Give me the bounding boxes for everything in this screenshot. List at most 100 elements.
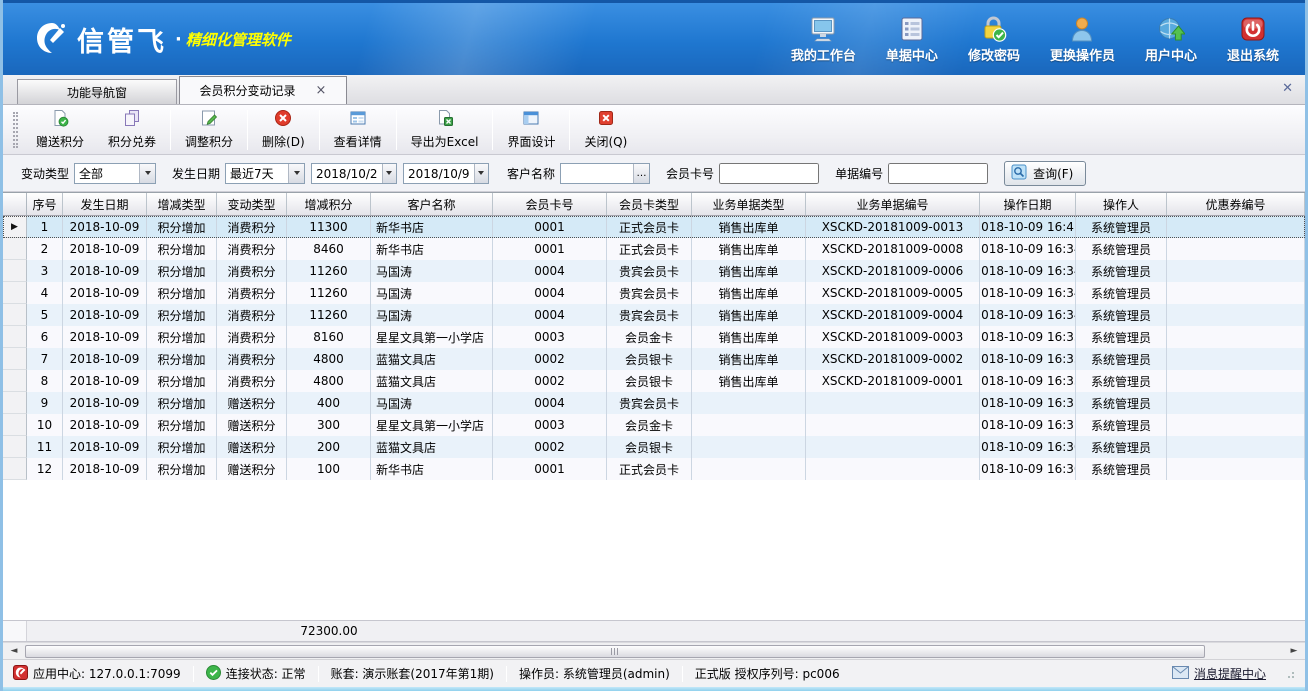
change-type-select[interactable]: 全部 — [74, 163, 156, 184]
date-from-picker[interactable]: 2018/10/2 — [311, 163, 397, 184]
scroll-left-icon[interactable]: ◄ — [6, 645, 22, 658]
row-selector-cell[interactable] — [3, 348, 27, 370]
message-center-link[interactable]: 消息提醒中心 — [1172, 665, 1295, 682]
row-selector-cell[interactable] — [3, 392, 27, 414]
grid-cell: 11 — [27, 436, 63, 458]
adjust-points-button[interactable]: 调整积分 — [173, 106, 245, 153]
grid-cell: 马国涛 — [371, 282, 493, 304]
nav-change-password[interactable]: 修改密码 — [968, 15, 1020, 64]
column-header-12[interactable]: 操作人 — [1076, 193, 1167, 215]
table-row[interactable]: 102018-10-09积分增加赠送积分300星星文具第一小学店0003会员金卡… — [3, 414, 1305, 436]
row-selector-cell[interactable] — [3, 238, 27, 260]
grid-cell: 2018-10-09 16:33 — [980, 370, 1076, 392]
table-row[interactable]: 42018-10-09积分增加消费积分11260马国涛0004贵宾会员卡销售出库… — [3, 282, 1305, 304]
column-header-8[interactable]: 会员卡类型 — [607, 193, 692, 215]
doc-no-input[interactable] — [888, 163, 988, 184]
date-to-picker[interactable]: 2018/10/9 — [403, 163, 489, 184]
app-logo-small-icon — [13, 665, 28, 683]
grid-corner-cell[interactable] — [3, 193, 27, 215]
tab-function-nav[interactable]: 功能导航窗 — [17, 79, 177, 104]
column-header-10[interactable]: 业务单据编号 — [806, 193, 980, 215]
nav-my-workbench[interactable]: 我的工作台 — [791, 15, 856, 64]
row-selector-cell[interactable] — [3, 326, 27, 348]
ui-design-button[interactable]: 界面设计 — [495, 106, 567, 153]
grid-cell: 0004 — [493, 304, 607, 326]
export-excel-button[interactable]: 导出为Excel — [399, 106, 491, 153]
chevron-down-icon[interactable] — [474, 164, 488, 183]
column-header-7[interactable]: 会员卡号 — [493, 193, 607, 215]
date-from-value: 2018/10/2 — [312, 164, 382, 183]
column-header-6[interactable]: 客户名称 — [371, 193, 493, 215]
resize-grip[interactable] — [1285, 669, 1295, 679]
row-selector-arrow-icon[interactable]: ▶ — [3, 216, 27, 238]
table-row[interactable]: 62018-10-09积分增加消费积分8160星星文具第一小学店0003会员金卡… — [3, 326, 1305, 348]
row-selector-cell[interactable] — [3, 304, 27, 326]
app-header: 信管飞 · 精细化管理软件 我的工作台 — [3, 3, 1305, 75]
connection-text: 连接状态: 正常 — [226, 665, 306, 682]
tabstrip-close-icon[interactable]: ✕ — [1282, 81, 1293, 96]
horizontal-scrollbar[interactable]: ◄ ► — [3, 642, 1305, 659]
chevron-down-icon[interactable] — [288, 164, 304, 183]
connection-ok-icon — [206, 665, 221, 683]
grid-cell: 9 — [27, 392, 63, 414]
table-row[interactable]: 112018-10-09积分增加赠送积分200蓝猫文具店0002会员银卡2018… — [3, 436, 1305, 458]
date-range-select[interactable]: 最近7天 — [225, 163, 305, 184]
grid-cell: 系统管理员 — [1076, 436, 1167, 458]
chevron-down-icon[interactable] — [139, 164, 155, 183]
grid-cell: 10 — [27, 414, 63, 436]
table-row[interactable]: 82018-10-09积分增加消费积分4800蓝猫文具店0002会员银卡销售出库… — [3, 370, 1305, 392]
table-row[interactable]: 72018-10-09积分增加消费积分4800蓝猫文具店0002会员银卡销售出库… — [3, 348, 1305, 370]
table-row[interactable]: 52018-10-09积分增加消费积分11260马国涛0004贵宾会员卡销售出库… — [3, 304, 1305, 326]
column-header-3[interactable]: 增减类型 — [147, 193, 217, 215]
delete-button[interactable]: 删除(D) — [250, 106, 317, 153]
nav-document-center[interactable]: 单据中心 — [886, 15, 938, 64]
column-header-4[interactable]: 变动类型 — [217, 193, 287, 215]
table-row[interactable]: ▶12018-10-09积分增加消费积分11300新华书店0001正式会员卡销售… — [3, 216, 1305, 238]
column-header-5[interactable]: 增减积分 — [287, 193, 371, 215]
card-no-input[interactable] — [719, 163, 819, 184]
customer-lookup-button[interactable]: … — [633, 164, 649, 183]
column-header-1[interactable]: 序号 — [27, 193, 63, 215]
grid-cell: XSCKD-20181009-0003 — [806, 326, 980, 348]
grid-cell — [692, 458, 806, 480]
scrollbar-thumb[interactable] — [25, 645, 1205, 658]
nav-switch-operator[interactable]: 更换操作员 — [1050, 15, 1115, 64]
grid-cell — [1167, 282, 1305, 304]
close-button[interactable]: 关闭(Q) — [572, 106, 639, 153]
row-selector-cell[interactable] — [3, 458, 27, 480]
grid-cell: 积分增加 — [147, 370, 217, 392]
column-header-11[interactable]: 操作日期 — [980, 193, 1076, 215]
row-selector-cell[interactable] — [3, 414, 27, 436]
table-row[interactable]: 92018-10-09积分增加赠送积分400马国涛0004贵宾会员卡2018-1… — [3, 392, 1305, 414]
toolbar-label: 删除(D) — [262, 133, 305, 150]
grid-cell: 销售出库单 — [692, 370, 806, 392]
row-selector-cell[interactable] — [3, 436, 27, 458]
column-header-9[interactable]: 业务单据类型 — [692, 193, 806, 215]
nav-exit-system[interactable]: 退出系统 — [1227, 15, 1279, 64]
tab-close-icon[interactable]: × — [316, 84, 327, 97]
grid-cell: 会员金卡 — [607, 414, 692, 436]
view-details-button[interactable]: 查看详情 — [322, 106, 394, 153]
query-button[interactable]: 查询(F) — [1004, 161, 1086, 186]
grid-cell: 11260 — [287, 282, 371, 304]
app-logo: 信管飞 · 精细化管理软件 — [33, 20, 291, 59]
row-selector-cell[interactable] — [3, 282, 27, 304]
grid-cell — [1167, 326, 1305, 348]
gift-points-button[interactable]: 赠送积分 — [24, 106, 96, 153]
row-selector-cell[interactable] — [3, 370, 27, 392]
column-header-2[interactable]: 发生日期 — [63, 193, 147, 215]
table-row[interactable]: 122018-10-09积分增加赠送积分100新华书店0001正式会员卡2018… — [3, 458, 1305, 480]
nav-user-center[interactable]: 用户中心 — [1145, 15, 1197, 64]
toolbar-drag-handle[interactable] — [13, 112, 18, 148]
chevron-down-icon[interactable] — [382, 164, 396, 183]
grid-cell: 2018-10-09 16:30 — [980, 436, 1076, 458]
row-selector-cell[interactable] — [3, 260, 27, 282]
points-voucher-button[interactable]: 积分兑券 — [96, 106, 168, 153]
column-header-13[interactable]: 优惠券编号 — [1167, 193, 1305, 215]
scroll-right-icon[interactable]: ► — [1286, 645, 1302, 658]
table-row[interactable]: 32018-10-09积分增加消费积分11260马国涛0004贵宾会员卡销售出库… — [3, 260, 1305, 282]
logo-icon — [33, 20, 69, 59]
customer-input[interactable] — [561, 164, 633, 183]
table-row[interactable]: 22018-10-09积分增加消费积分8460新华书店0001正式会员卡销售出库… — [3, 238, 1305, 260]
tab-member-points-log[interactable]: 会员积分变动记录 × — [179, 76, 347, 104]
